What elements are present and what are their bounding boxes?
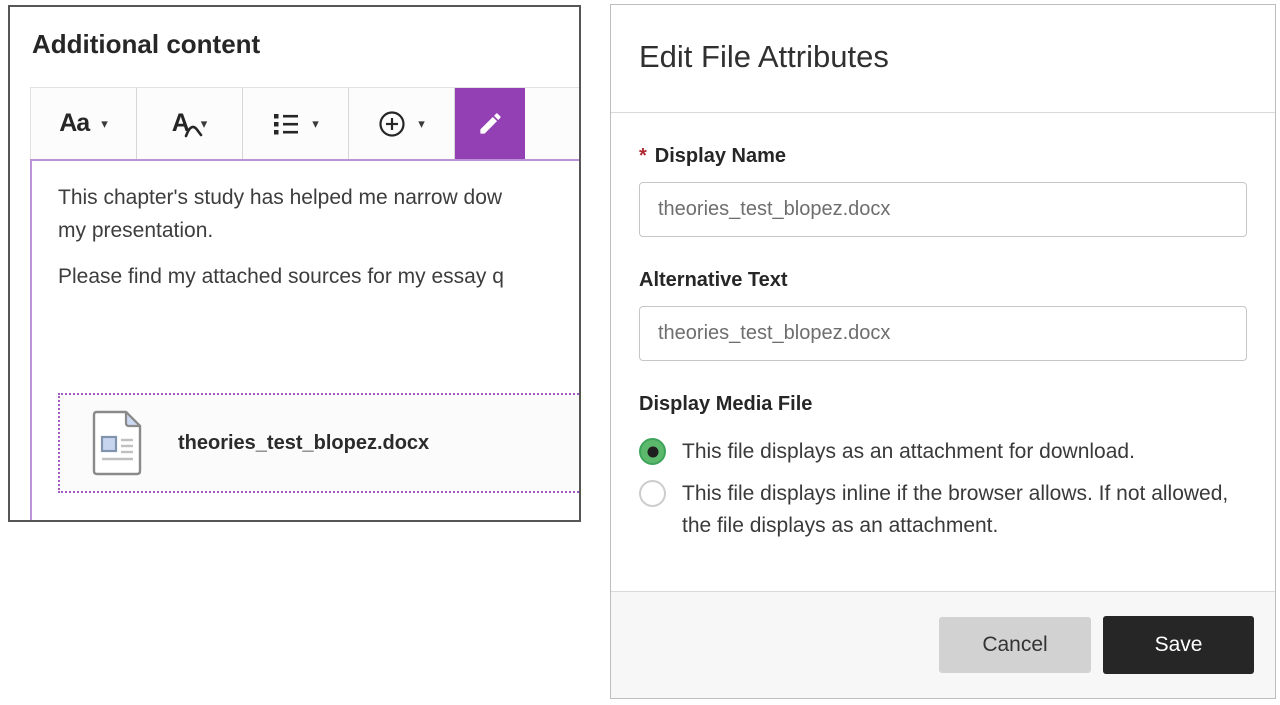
radio-option-label: This file displays inline if the browser…: [682, 478, 1247, 542]
toolbar-filler: [525, 88, 581, 159]
save-button[interactable]: Save: [1103, 616, 1254, 674]
editor-text-area[interactable]: This chapter's study has helped me narro…: [30, 159, 581, 522]
required-asterisk: *: [639, 145, 647, 168]
radio-option-inline[interactable]: This file displays inline if the browser…: [639, 478, 1247, 542]
document-file-icon: [88, 410, 146, 476]
attachment-filename: theories_test_blopez.docx: [178, 432, 429, 455]
insert-content-button[interactable]: ▾: [349, 88, 455, 159]
editor-text-line: Please find my attached sources for my e…: [58, 260, 581, 293]
display-media-file-label: Display Media File: [639, 393, 1247, 416]
edit-attributes-button[interactable]: [455, 88, 525, 159]
editor-toolbar: Aa ▾ A ▾: [30, 87, 581, 159]
text-style-icon: A: [172, 111, 189, 136]
plus-circle-icon: [378, 110, 406, 138]
rich-text-editor: Aa ▾ A ▾: [30, 87, 581, 522]
editor-text-line: my presentation.: [58, 214, 581, 247]
bullet-list-icon: [272, 112, 300, 136]
pencil-icon: [477, 110, 504, 137]
text-style-button[interactable]: A ▾: [137, 88, 243, 159]
dialog-footer: Cancel Save: [611, 591, 1275, 698]
radio-option-label: This file displays as an attachment for …: [682, 436, 1135, 468]
font-size-icon: Aa: [59, 111, 89, 136]
page-title: Additional content: [32, 29, 579, 60]
chevron-down-icon: ▾: [418, 116, 425, 132]
file-attachment[interactable]: theories_test_blopez.docx: [58, 393, 581, 493]
display-name-input[interactable]: [639, 182, 1247, 237]
list-format-button[interactable]: ▾: [243, 88, 349, 159]
additional-content-panel: Additional content Aa ▾ A ▾: [8, 5, 581, 522]
chevron-down-icon: ▾: [101, 116, 108, 132]
chevron-down-icon: ▾: [312, 116, 319, 132]
dialog-body: * Display Name Alternative Text Display …: [611, 145, 1275, 542]
edit-file-attributes-dialog: Edit File Attributes * Display Name Alte…: [610, 4, 1276, 699]
alternative-text-input[interactable]: [639, 306, 1247, 361]
radio-unselected-icon[interactable]: [639, 480, 666, 507]
pen-stroke-icon: [184, 123, 204, 139]
alternative-text-label: Alternative Text: [639, 269, 1247, 292]
display-name-label: * Display Name: [639, 145, 1247, 168]
dialog-header: Edit File Attributes: [611, 5, 1275, 113]
radio-option-attachment[interactable]: This file displays as an attachment for …: [639, 436, 1247, 468]
radio-selected-icon[interactable]: [639, 438, 666, 465]
cancel-button[interactable]: Cancel: [939, 617, 1091, 673]
dialog-title: Edit File Attributes: [639, 39, 1247, 75]
font-size-button[interactable]: Aa ▾: [31, 88, 137, 159]
editor-text-line: This chapter's study has helped me narro…: [58, 181, 581, 214]
